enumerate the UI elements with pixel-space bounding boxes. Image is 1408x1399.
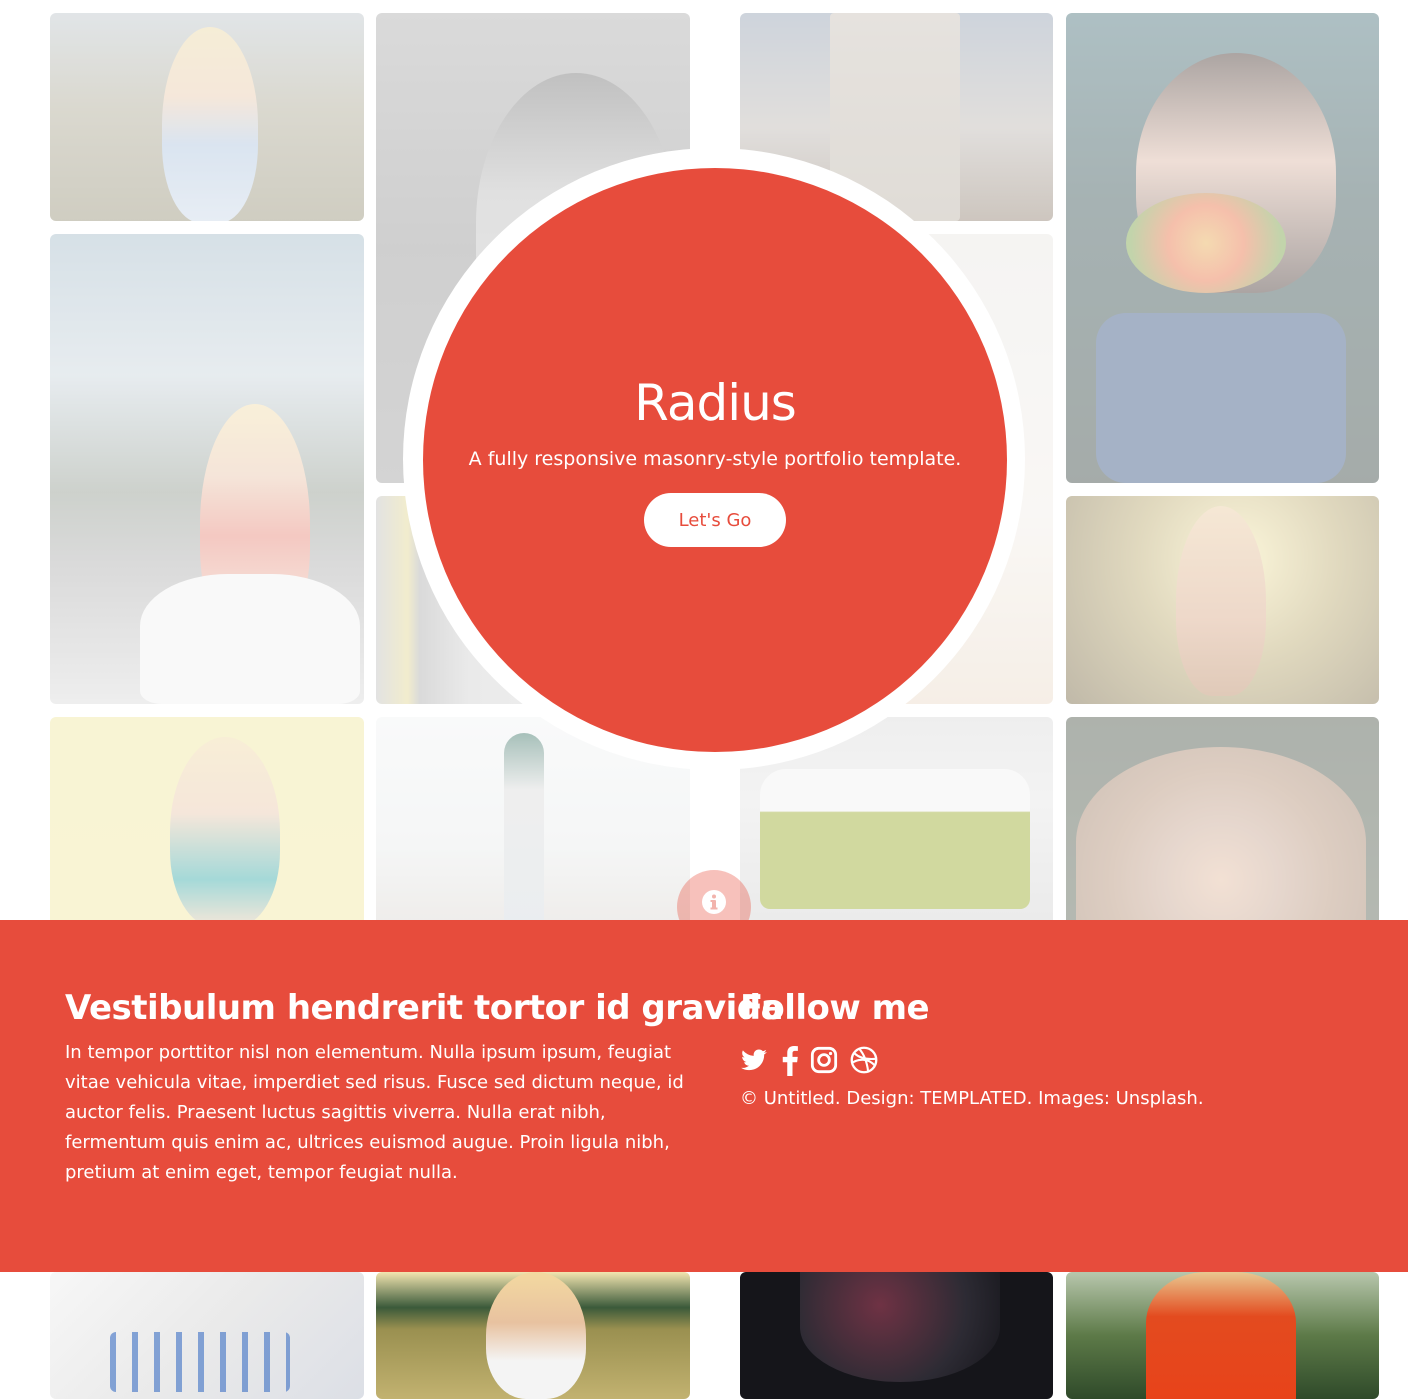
about-heading: Vestibulum hendrerit tortor id gravida (65, 988, 784, 1028)
copyright-text: © Untitled. Design: TEMPLATED. Images: U… (740, 1088, 1204, 1109)
hero-title: Radius (634, 374, 797, 432)
twitter-icon[interactable] (740, 1046, 770, 1076)
gallery-thumbnail[interactable] (50, 13, 364, 221)
instagram-icon[interactable] (810, 1046, 840, 1076)
lets-go-button[interactable]: Let's Go (644, 493, 786, 547)
follow-heading: Follow me (740, 988, 930, 1028)
gallery-thumbnail[interactable] (1066, 1272, 1379, 1399)
facebook-icon[interactable] (780, 1046, 810, 1076)
dribbble-icon[interactable] (850, 1046, 880, 1076)
info-panel: Vestibulum hendrerit tortor id gravida I… (0, 920, 1408, 1272)
gallery-thumbnail[interactable] (1066, 496, 1379, 704)
hero-circle: Radius A fully responsive masonry-style … (423, 168, 1007, 752)
gallery-thumbnail[interactable] (50, 717, 364, 927)
gallery-thumbnail[interactable] (50, 1272, 364, 1399)
gallery-thumbnail[interactable] (1066, 717, 1379, 927)
info-icon (702, 890, 726, 914)
gallery-thumbnail[interactable] (376, 1272, 690, 1399)
gallery-thumbnail[interactable] (50, 234, 364, 704)
about-text: In tempor porttitor nisl non elementum. … (65, 1042, 684, 1183)
gallery-thumbnail[interactable] (740, 1272, 1053, 1399)
gallery-thumbnail[interactable] (1066, 13, 1379, 483)
hero-subtitle: A fully responsive masonry-style portfol… (468, 448, 962, 470)
